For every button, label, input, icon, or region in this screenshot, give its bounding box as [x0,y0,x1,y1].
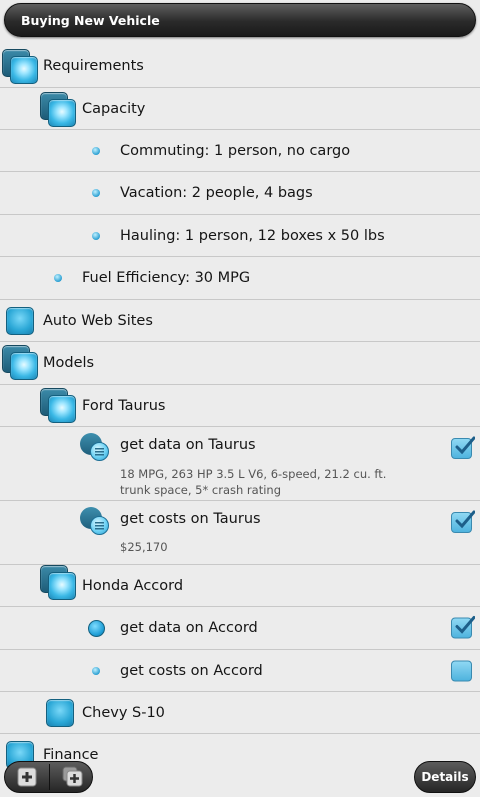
outline-row-commuting[interactable]: Commuting: 1 person, no cargo [0,130,480,172]
row-label: Vacation: 2 people, 4 bags [120,185,313,201]
row-label: Models [43,355,95,371]
add-icon [17,767,37,787]
details-button[interactable]: Details [414,761,476,793]
bullet-icon [92,189,100,197]
task-checkbox[interactable] [451,436,475,459]
row-label: Auto Web Sites [43,312,153,329]
bullet-icon [92,147,100,155]
row-label: Honda Accord [82,577,184,594]
row-label: Requirements [43,58,144,74]
outline-row-honda-accord[interactable]: Honda Accord [0,565,480,607]
title-bar: Buying New Vehicle [4,3,476,37]
add-button-group [4,761,93,793]
row-label: Chevy S-10 [82,704,165,721]
bullet-icon [54,274,62,282]
outline-row-get-costs-accord[interactable]: get costs on Accord [0,650,480,692]
row-label: Hauling: 1 person, 12 boxes x 50 lbs [120,227,385,244]
task-checkbox[interactable] [451,660,472,681]
outline-row-fuel-efficiency[interactable]: Fuel Efficiency: 30 MPG [0,257,480,300]
note-icon[interactable] [80,507,112,537]
outline-row-chevy-s10[interactable]: Chevy S-10 [0,692,480,734]
page-title: Buying New Vehicle [21,13,160,28]
row-label: get costs on Taurus [120,511,261,527]
outline-row-models[interactable]: Models [0,342,480,385]
row-label: Ford Taurus [82,397,166,414]
add-child-button[interactable] [50,762,94,792]
row-label: Commuting: 1 person, no cargo [120,142,351,159]
row-label: get costs on Accord [120,662,263,679]
row-label: Capacity [82,100,146,117]
row-note: 18 MPG, 263 HP 3.5 L V6, 6-speed, 21.2 c… [120,467,387,497]
outline-list: Requirements Capacity Commuting: 1 perso… [0,45,480,776]
folder-open-icon[interactable] [2,49,38,85]
task-checkbox[interactable] [451,616,475,639]
folder-open-icon[interactable] [40,92,76,128]
folder-closed-icon[interactable] [6,307,34,335]
folder-closed-icon[interactable] [46,699,74,727]
folder-open-icon[interactable] [40,565,76,601]
row-note: $25,170 [120,540,168,554]
note-icon[interactable] [80,433,112,463]
outline-row-auto-web-sites[interactable]: Auto Web Sites [0,300,480,342]
row-label: get data on Taurus [120,437,256,453]
outline-row-get-costs-taurus[interactable]: get costs on Taurus $25,170 [0,501,480,565]
folder-open-icon[interactable] [40,388,76,424]
outline-row-ford-taurus[interactable]: Ford Taurus [0,385,480,427]
outline-row-vacation[interactable]: Vacation: 2 people, 4 bags [0,172,480,215]
folder-open-icon[interactable] [2,345,38,381]
outline-row-requirements[interactable]: Requirements [0,45,480,88]
row-label: Fuel Efficiency: 30 MPG [82,270,251,286]
task-dot-icon [88,620,105,637]
task-checkbox[interactable] [451,510,475,533]
row-label: get data on Accord [120,620,258,636]
outline-row-hauling[interactable]: Hauling: 1 person, 12 boxes x 50 lbs [0,215,480,257]
add-child-icon [62,766,83,787]
outline-row-get-data-taurus[interactable]: get data on Taurus 18 MPG, 263 HP 3.5 L … [0,427,480,501]
bullet-icon [92,667,100,675]
add-button[interactable] [5,762,49,792]
outline-row-get-data-accord[interactable]: get data on Accord [0,607,480,650]
bullet-icon [92,232,100,240]
outline-row-capacity[interactable]: Capacity [0,88,480,130]
